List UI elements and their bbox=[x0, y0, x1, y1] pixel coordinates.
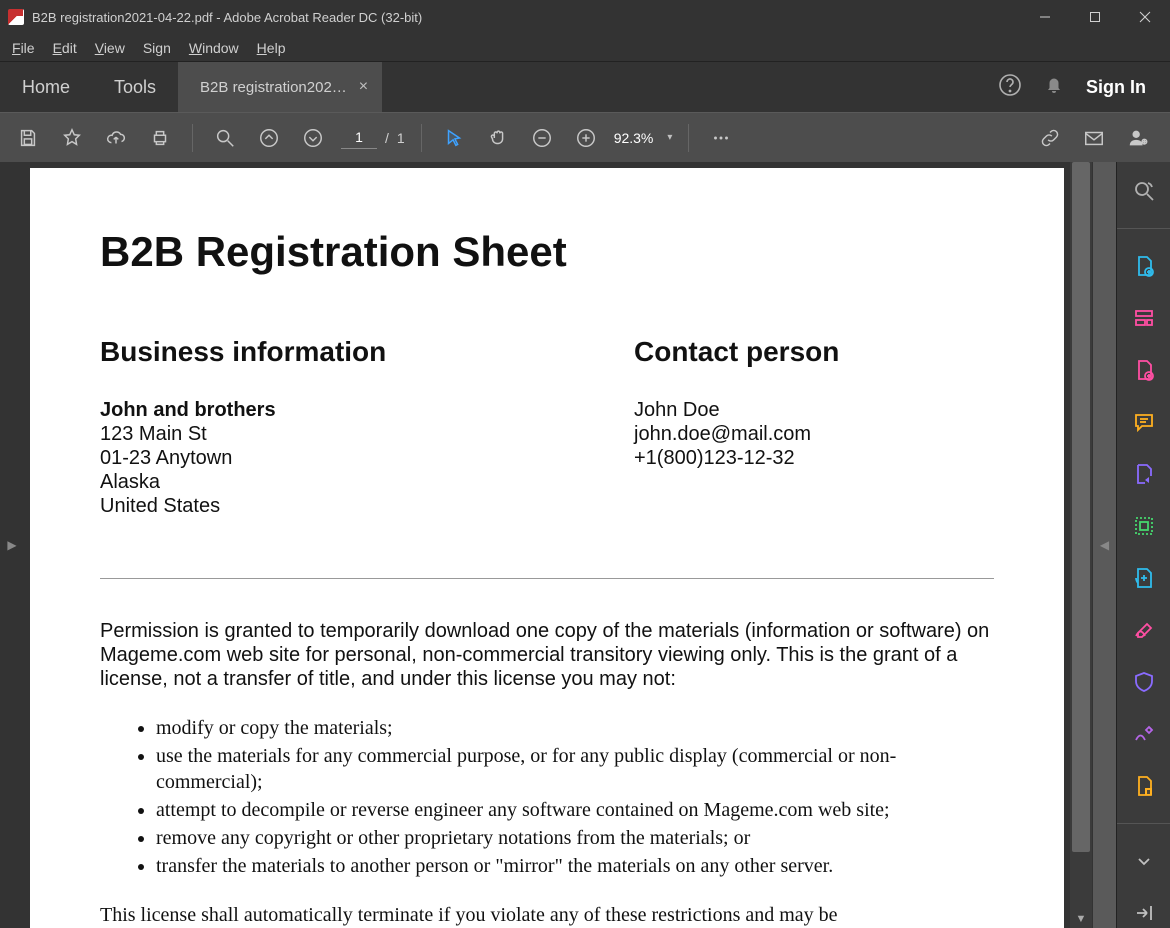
list-item: use the materials for any commercial pur… bbox=[156, 743, 994, 795]
license-paragraph: Permission is granted to temporarily dow… bbox=[100, 619, 994, 691]
page-total: 1 bbox=[397, 130, 405, 146]
edit-pdf-icon[interactable] bbox=[1128, 355, 1160, 385]
license-bullets: modify or copy the materials; use the ma… bbox=[100, 715, 994, 879]
right-panel-handle[interactable]: ◀ bbox=[1092, 162, 1116, 928]
search-icon[interactable] bbox=[203, 118, 247, 158]
page-down-icon[interactable] bbox=[291, 118, 335, 158]
panel-separator bbox=[1117, 823, 1170, 824]
list-item: transfer the materials to another person… bbox=[156, 853, 994, 879]
app-icon bbox=[8, 9, 24, 25]
maximize-button[interactable] bbox=[1070, 0, 1120, 34]
contact-heading: Contact person bbox=[634, 336, 994, 368]
select-tool-icon[interactable] bbox=[432, 118, 476, 158]
caret-down-icon: ▾ bbox=[667, 132, 672, 143]
vertical-scrollbar[interactable]: ▲ ▼ bbox=[1070, 162, 1092, 928]
contact-email: john.doe@mail.com bbox=[634, 422, 994, 446]
tab-tools[interactable]: Tools bbox=[92, 62, 178, 112]
create-pdf-icon[interactable] bbox=[1128, 251, 1160, 281]
toolbar: / 1 92.3% ▾ bbox=[0, 112, 1170, 162]
request-signatures-icon[interactable] bbox=[1128, 719, 1160, 749]
list-item: remove any copyright or other proprietar… bbox=[156, 825, 994, 851]
collapse-panel-icon[interactable] bbox=[1128, 898, 1160, 928]
page-navigation: / 1 bbox=[341, 127, 405, 149]
zoom-out-icon[interactable] bbox=[520, 118, 564, 158]
page-separator: / bbox=[385, 130, 389, 146]
menu-sign[interactable]: Sign bbox=[134, 36, 180, 60]
save-icon[interactable] bbox=[6, 118, 50, 158]
menu-view[interactable]: View bbox=[86, 36, 134, 60]
titlebar: B2B registration2021-04-22.pdf - Adobe A… bbox=[0, 0, 1170, 34]
business-address-3: Alaska bbox=[100, 470, 604, 494]
menu-help[interactable]: Help bbox=[248, 36, 295, 60]
toolbar-separator bbox=[192, 124, 193, 152]
document-viewport: B2B Registration Sheet Business informat… bbox=[24, 162, 1092, 928]
zoom-dropdown[interactable]: 92.3% ▾ bbox=[614, 130, 673, 146]
scroll-down-icon[interactable]: ▼ bbox=[1070, 910, 1092, 928]
fill-sign-icon[interactable] bbox=[1128, 615, 1160, 645]
notifications-icon[interactable] bbox=[1042, 73, 1066, 102]
page-up-icon[interactable] bbox=[247, 118, 291, 158]
share-link-icon[interactable] bbox=[1028, 118, 1072, 158]
help-icon[interactable] bbox=[998, 73, 1022, 102]
sign-in-button[interactable]: Sign In bbox=[1086, 77, 1146, 98]
business-address-2: 01-23 Anytown bbox=[100, 446, 604, 470]
more-panel-icon[interactable] bbox=[1128, 846, 1160, 876]
menu-window[interactable]: Window bbox=[180, 36, 248, 60]
tab-document[interactable]: B2B registration202… × bbox=[178, 62, 382, 112]
compress-pdf-icon[interactable] bbox=[1128, 563, 1160, 593]
tools-panel bbox=[1116, 162, 1170, 928]
menu-edit[interactable]: Edit bbox=[44, 36, 86, 60]
print-icon[interactable] bbox=[138, 118, 182, 158]
export-pdf-icon[interactable] bbox=[1128, 459, 1160, 489]
contact-phone: +1(800)123-12-32 bbox=[634, 446, 994, 470]
business-name: John and brothers bbox=[100, 398, 604, 422]
toolbar-separator bbox=[688, 124, 689, 152]
cloud-upload-icon[interactable] bbox=[94, 118, 138, 158]
zoom-value: 92.3% bbox=[614, 130, 654, 146]
window-controls bbox=[1020, 0, 1170, 34]
search-panel-icon[interactable] bbox=[1128, 176, 1160, 206]
scrollbar-thumb[interactable] bbox=[1072, 162, 1090, 852]
divider bbox=[100, 578, 994, 579]
zoom-in-icon[interactable] bbox=[564, 118, 608, 158]
license-paragraph-2: This license shall automatically termina… bbox=[100, 903, 994, 927]
main-area: ▶ B2B Registration Sheet Business inform… bbox=[0, 162, 1170, 928]
minimize-button[interactable] bbox=[1020, 0, 1070, 34]
tab-close-icon[interactable]: × bbox=[359, 78, 368, 96]
hand-tool-icon[interactable] bbox=[476, 118, 520, 158]
panel-separator bbox=[1117, 228, 1170, 229]
toolbar-separator bbox=[421, 124, 422, 152]
close-button[interactable] bbox=[1120, 0, 1170, 34]
business-address-4: United States bbox=[100, 494, 604, 518]
left-panel-handle[interactable]: ▶ bbox=[0, 162, 24, 928]
organize-pages-icon[interactable] bbox=[1128, 511, 1160, 541]
contact-name: John Doe bbox=[634, 398, 994, 422]
share-people-icon[interactable] bbox=[1116, 118, 1160, 158]
comment-icon[interactable] bbox=[1128, 407, 1160, 437]
doc-title: B2B Registration Sheet bbox=[100, 228, 994, 276]
tabsbar: Home Tools B2B registration202… × Sign I… bbox=[0, 62, 1170, 112]
combine-files-icon[interactable] bbox=[1128, 303, 1160, 333]
list-item: attempt to decompile or reverse engineer… bbox=[156, 797, 994, 823]
pdf-page[interactable]: B2B Registration Sheet Business informat… bbox=[30, 168, 1064, 928]
menubar: File Edit View Sign Window Help bbox=[0, 34, 1170, 62]
tab-document-label: B2B registration202… bbox=[200, 79, 347, 96]
page-number-input[interactable] bbox=[341, 127, 377, 149]
tab-home[interactable]: Home bbox=[0, 62, 92, 112]
email-icon[interactable] bbox=[1072, 118, 1116, 158]
convert-pdf-icon[interactable] bbox=[1128, 771, 1160, 801]
business-heading: Business information bbox=[100, 336, 604, 368]
more-tools-icon[interactable] bbox=[699, 118, 743, 158]
business-address-1: 123 Main St bbox=[100, 422, 604, 446]
document-scroll[interactable]: B2B Registration Sheet Business informat… bbox=[24, 162, 1070, 928]
list-item: modify or copy the materials; bbox=[156, 715, 994, 741]
protect-icon[interactable] bbox=[1128, 667, 1160, 697]
menu-file[interactable]: File bbox=[3, 36, 44, 60]
window-title: B2B registration2021-04-22.pdf - Adobe A… bbox=[32, 10, 1020, 25]
star-icon[interactable] bbox=[50, 118, 94, 158]
